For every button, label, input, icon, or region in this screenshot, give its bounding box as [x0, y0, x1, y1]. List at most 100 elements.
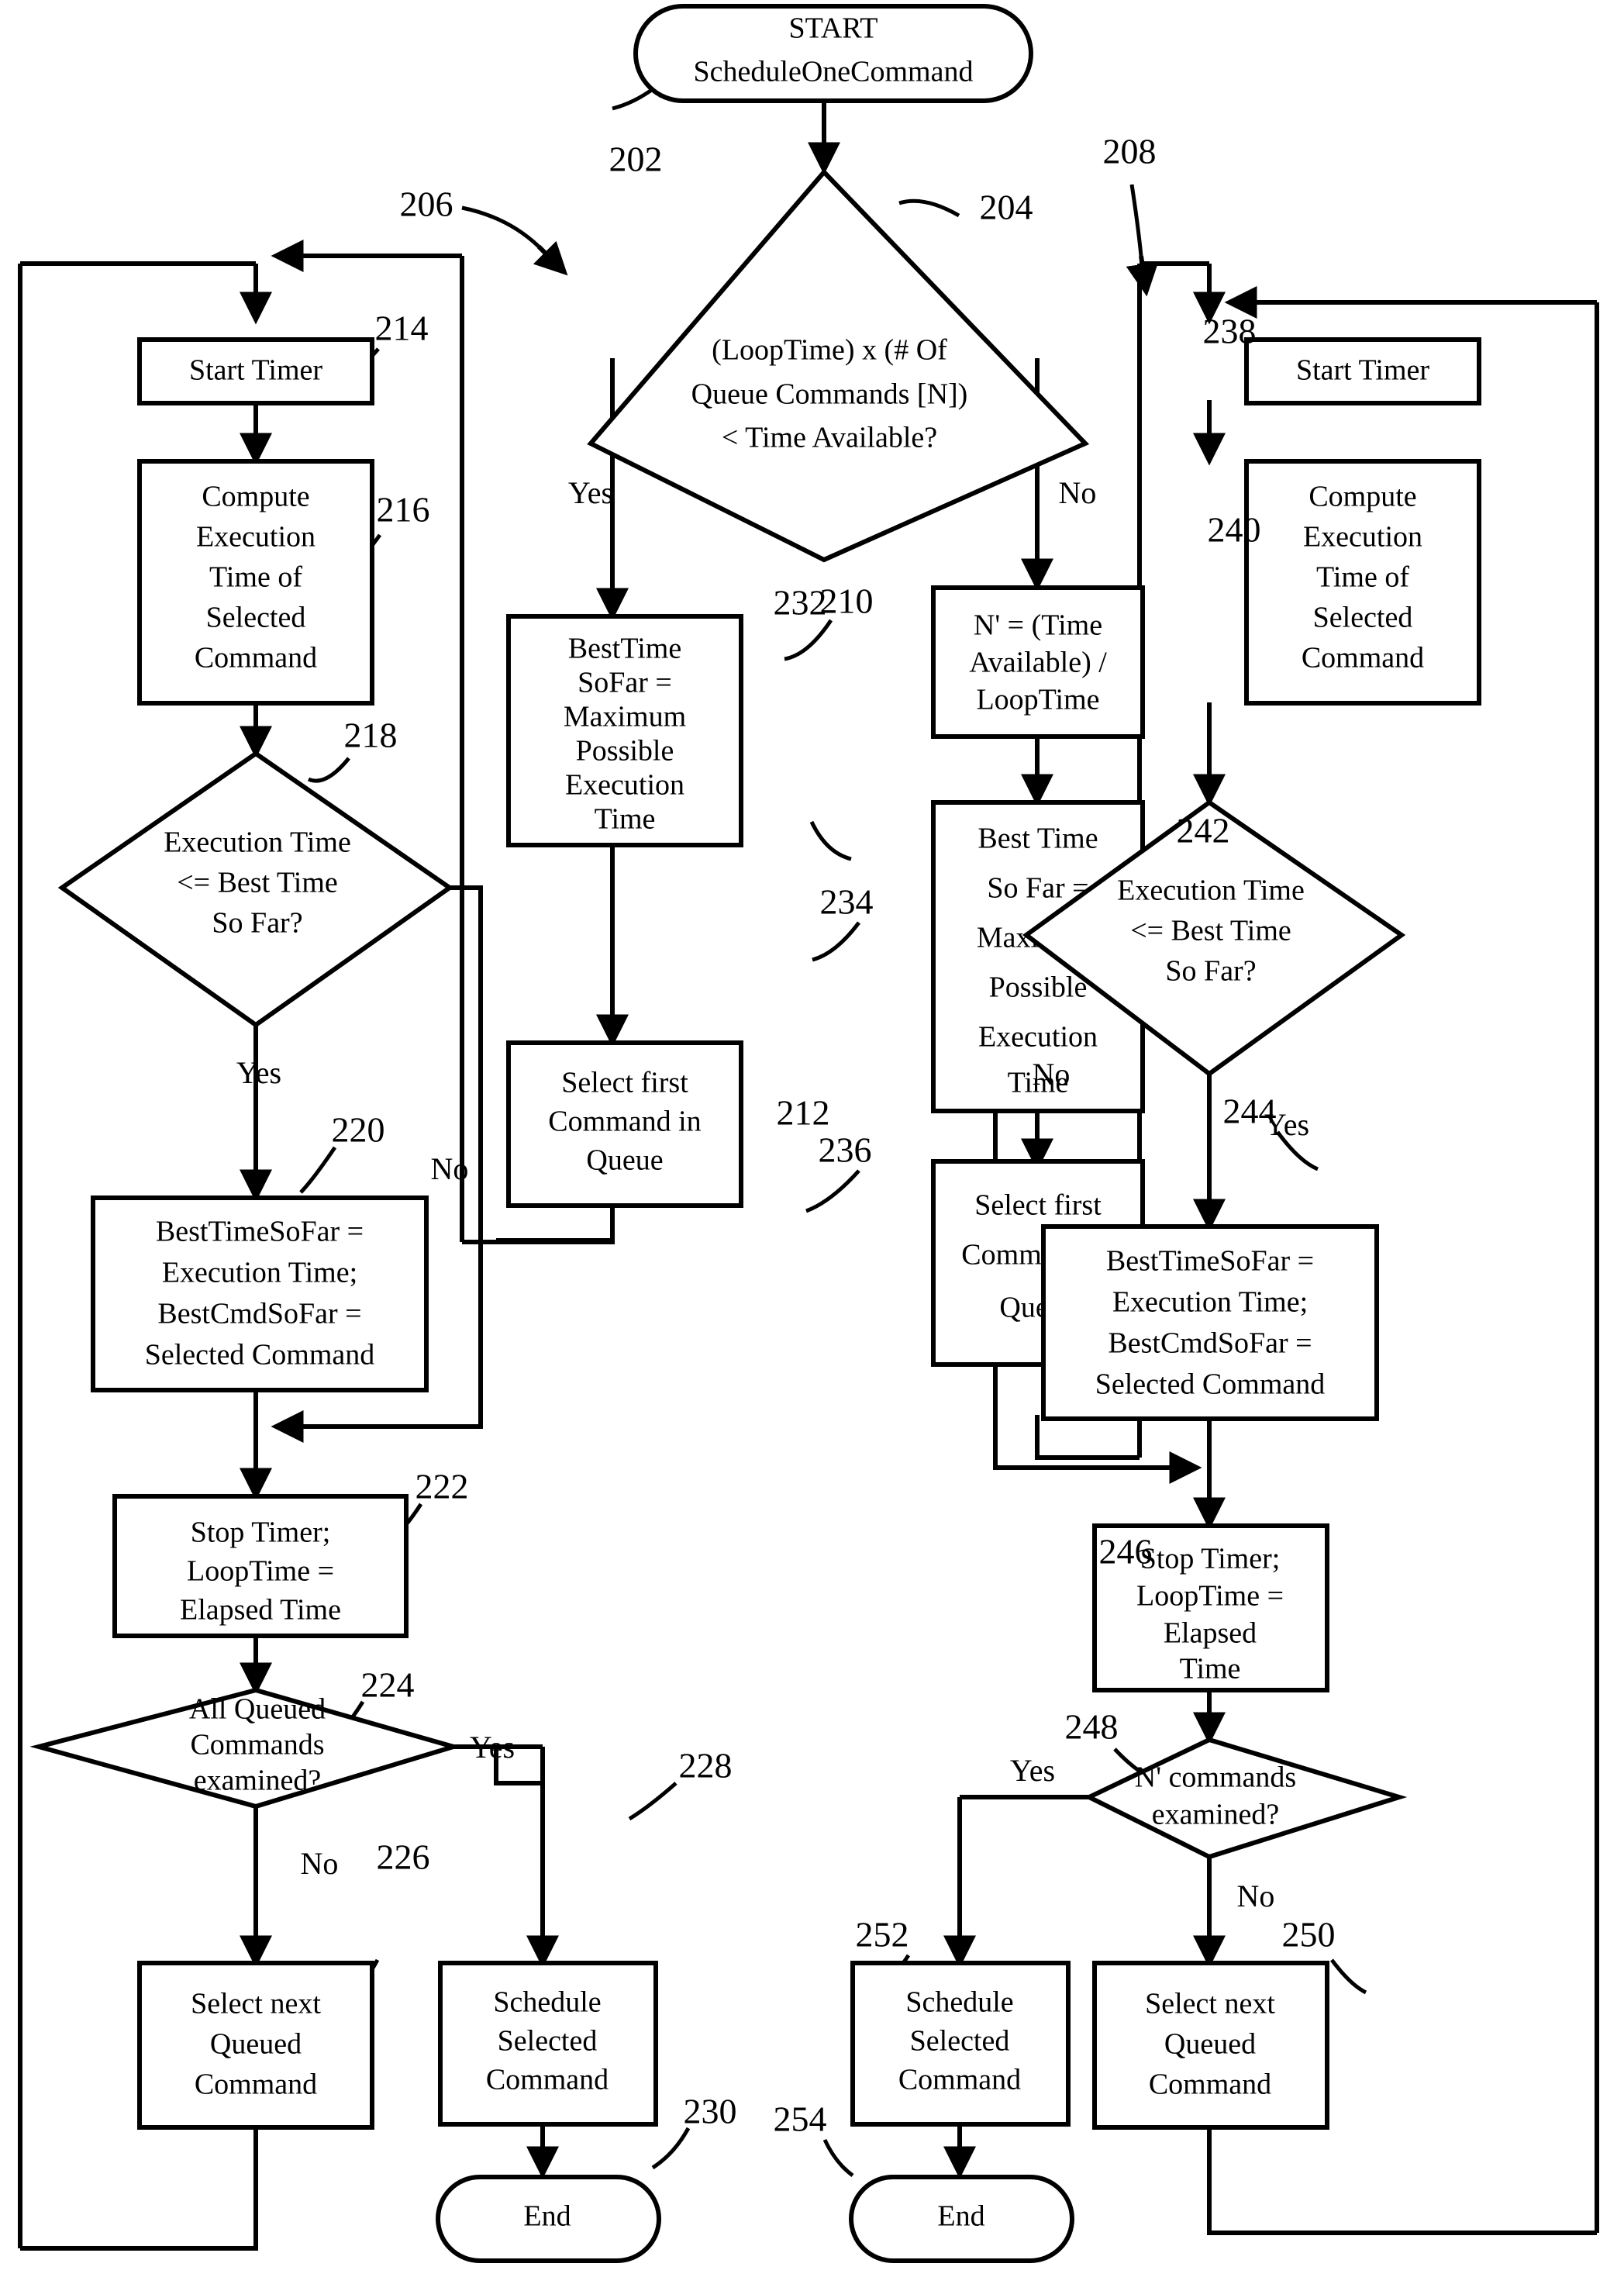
box246-line4: Time: [1180, 1653, 1241, 1685]
ref-246: 246: [1099, 1532, 1153, 1572]
node-start[interactable]: START ScheduleOneCommand: [633, 4, 1033, 103]
box240-line4: Selected: [1313, 602, 1413, 634]
ref-210: 210: [820, 581, 874, 621]
box210-line5: Execution: [565, 769, 684, 802]
ref-228: 228: [679, 1746, 733, 1785]
decision248-line2: examined?: [1152, 1799, 1280, 1831]
box220-line2: Execution Time;: [162, 1257, 357, 1289]
node-end-254[interactable]: End: [849, 2175, 1074, 2263]
decision204-line2: Queue Commands [N]): [691, 378, 968, 411]
box244-line4: Selected Command: [1095, 1368, 1326, 1401]
box232-line3: LoopTime: [976, 684, 1099, 716]
decision218-line2: <= Best Time: [177, 867, 338, 899]
node-box-252[interactable]: Schedule Selected Command: [850, 1961, 1071, 2127]
decision204-line3: < Time Available?: [722, 422, 937, 454]
box210-line4: Possible: [576, 735, 674, 768]
ref-214: 214: [375, 309, 429, 348]
node-box-238[interactable]: Start Timer: [1244, 337, 1481, 405]
node-box-228[interactable]: Schedule Selected Command: [438, 1961, 658, 2127]
node-box-226[interactable]: Select next Queued Command: [137, 1961, 374, 2130]
box234-line5: Execution: [978, 1021, 1098, 1054]
ref-236: 236: [819, 1130, 872, 1170]
node-decision-248[interactable]: N' commands examined?: [1084, 1737, 1408, 1860]
ref-242: 242: [1177, 811, 1230, 850]
box236-line1: Select first: [974, 1189, 1102, 1222]
node-box-214[interactable]: Start Timer: [137, 337, 374, 405]
box246-line1: Stop Timer;: [1140, 1543, 1281, 1575]
box216-line4: Selected: [206, 602, 306, 634]
box212-line2: Command in: [548, 1106, 701, 1138]
ref-218: 218: [344, 716, 398, 755]
ref-248: 248: [1065, 1707, 1119, 1747]
ref-254: 254: [774, 2099, 827, 2139]
box250-line1: Select next: [1145, 1988, 1275, 2020]
box214-line1: Start Timer: [189, 354, 322, 387]
decision248-line1: N' commands: [1135, 1761, 1296, 1794]
node-box-240[interactable]: Compute Execution Time of Selected Comma…: [1244, 459, 1481, 706]
decision204-no-label: No: [1059, 475, 1097, 510]
box234-line1: Best Time: [978, 823, 1098, 855]
ref-202: 202: [609, 140, 663, 179]
node-end-230[interactable]: End: [436, 2175, 661, 2263]
box216-line1: Compute: [202, 481, 309, 513]
node-box-220[interactable]: BestTimeSoFar = Execution Time; BestCmdS…: [91, 1195, 429, 1392]
box210-line3: Maximum: [564, 701, 686, 733]
box238-line1: Start Timer: [1296, 354, 1429, 387]
node-box-244[interactable]: BestTimeSoFar = Execution Time; BestCmdS…: [1041, 1224, 1379, 1421]
box222-line3: Elapsed Time: [180, 1594, 341, 1627]
decision242-line2: <= Best Time: [1130, 915, 1291, 947]
box228-line3: Command: [486, 2064, 609, 2096]
node-box-250[interactable]: Select next Queued Command: [1092, 1961, 1329, 2130]
start-line2: ScheduleOneCommand: [694, 56, 974, 88]
box216-line3: Time of: [209, 561, 302, 594]
decision224-line3: examined?: [194, 1765, 322, 1797]
box244-line3: BestCmdSoFar =: [1108, 1327, 1312, 1360]
ref-206: 206: [400, 185, 453, 224]
ref-244: 244: [1223, 1092, 1277, 1131]
box252-line1: Schedule: [905, 1986, 1013, 2019]
ref-204: 204: [980, 188, 1033, 227]
box220-line1: BestTimeSoFar =: [156, 1216, 364, 1248]
decision248-yes-label: Yes: [1010, 1753, 1055, 1788]
box220-line4: Selected Command: [145, 1339, 375, 1371]
decision242-no-label: No: [1033, 1057, 1071, 1092]
box250-line3: Command: [1149, 2068, 1271, 2101]
decision218-line3: So Far?: [212, 907, 302, 940]
node-box-232[interactable]: N' = (Time Available) / LoopTime: [931, 585, 1145, 739]
node-decision-204[interactable]: (LoopTime) x (# Of Queue Commands [N]) <…: [587, 168, 1090, 563]
box240-line1: Compute: [1309, 481, 1416, 513]
box222-line2: LoopTime =: [187, 1555, 334, 1588]
box232-line1: N' = (Time: [974, 609, 1102, 642]
node-decision-224[interactable]: All Queued Commands examined?: [29, 1687, 462, 1810]
flowchart-svg: START ScheduleOneCommand 202 (LoopTime) …: [18, 4, 1599, 2263]
box210-line2: SoFar =: [578, 667, 672, 699]
box240-line2: Execution: [1303, 521, 1422, 554]
box246-line2: LoopTime =: [1136, 1580, 1284, 1613]
node-decision-218[interactable]: Execution Time <= Best Time So Far?: [57, 750, 454, 1028]
ref-232: 232: [774, 583, 827, 623]
flowchart-page: START ScheduleOneCommand 202 (LoopTime) …: [0, 0, 1624, 2284]
ref-240: 240: [1208, 510, 1261, 550]
decision224-line1: All Queued: [189, 1693, 326, 1726]
box216-line2: Execution: [196, 521, 315, 554]
node-box-212[interactable]: Select first Command in Queue: [506, 1040, 743, 1208]
node-box-210[interactable]: BestTime SoFar = Maximum Possible Execut…: [506, 614, 743, 847]
box240-line5: Command: [1302, 642, 1424, 675]
box244-line1: BestTimeSoFar =: [1106, 1245, 1314, 1278]
ref-220: 220: [332, 1110, 385, 1150]
box228-line1: Schedule: [493, 1986, 601, 2019]
box252-line3: Command: [898, 2064, 1021, 2096]
decision224-no-label: No: [301, 1846, 339, 1881]
box244-line2: Execution Time;: [1112, 1286, 1308, 1319]
node-box-216[interactable]: Compute Execution Time of Selected Comma…: [137, 459, 374, 706]
decision242-line1: Execution Time: [1117, 875, 1305, 907]
start-line1: START: [788, 12, 878, 45]
decision204-yes-label: Yes: [568, 475, 613, 510]
decision218-yes-label: Yes: [236, 1055, 281, 1090]
ref-226: 226: [377, 1837, 430, 1877]
end254-label: End: [937, 2200, 984, 2233]
end230-label: End: [523, 2200, 571, 2233]
node-box-222[interactable]: Stop Timer; LoopTime = Elapsed Time: [112, 1494, 409, 1638]
decision218-line1: Execution Time: [164, 826, 351, 859]
box234-line4: Possible: [989, 971, 1088, 1004]
